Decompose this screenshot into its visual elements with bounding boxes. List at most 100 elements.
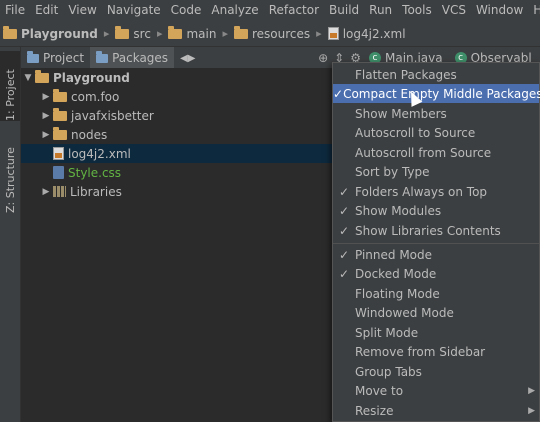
menu-item-label: Autoscroll to Source (355, 125, 476, 140)
menu-code[interactable]: Code (166, 0, 207, 21)
tab-label: Project (43, 51, 85, 65)
menu-edit[interactable]: Edit (30, 0, 63, 21)
breadcrumb-log4j2[interactable]: log4j2.xml (325, 27, 409, 41)
tree-item-style-css[interactable]: Style.css (21, 163, 363, 182)
menu-item-label: Docked Mode (355, 266, 437, 281)
packages-view-icon (96, 50, 109, 63)
gear-context-menu: Flatten Packages ✓ Compact Empty Middle … (332, 62, 540, 422)
tab-packages[interactable]: Packages (90, 47, 175, 69)
menu-run[interactable]: Run (364, 0, 397, 21)
menu-item-label: Windowed Mode (355, 305, 454, 320)
menu-item-label: Sort by Type (355, 164, 430, 179)
menu-item-autoscroll-from-source[interactable]: Autoscroll from Source (333, 143, 539, 162)
breadcrumb-playground[interactable]: Playground (0, 25, 101, 41)
menu-item-windowed-mode[interactable]: Windowed Mode (333, 303, 539, 322)
menu-refactor[interactable]: Refactor (264, 0, 324, 21)
menu-item-docked-mode[interactable]: ✓ Docked Mode (333, 264, 539, 283)
menu-item-label: Split Mode (355, 325, 419, 340)
package-icon (53, 126, 67, 140)
tool-tab-label: Z: Structure (3, 147, 17, 213)
menu-file[interactable]: File (0, 0, 30, 21)
menu-build[interactable]: Build (324, 0, 364, 21)
project-view-icon (27, 50, 39, 63)
menu-item-label: Show Libraries Contents (355, 223, 501, 238)
menu-item-move-to[interactable]: Move to ▶ (333, 381, 539, 400)
tab-label: Packages (112, 51, 169, 65)
locate-icon[interactable]: ⊕ (318, 51, 328, 65)
collapsed-arrow-icon[interactable]: ▶ (39, 111, 53, 121)
check-icon: ✓ (333, 86, 344, 101)
menu-item-show-modules[interactable]: ✓ Show Modules (333, 201, 539, 220)
menu-item-label: Move to (355, 383, 404, 398)
menu-item-pinned-mode[interactable]: ✓ Pinned Mode (333, 245, 539, 264)
tree-item-label: com.foo (71, 89, 120, 104)
chevron-right-icon: ▸ (156, 27, 163, 40)
collapsed-arrow-icon[interactable]: ▶ (39, 130, 53, 140)
breadcrumb-label: Playground (21, 26, 98, 41)
check-icon: ✓ (338, 266, 350, 281)
menu-item-label: Autoscroll from Source (355, 145, 492, 160)
chevron-right-icon: ▸ (222, 27, 228, 40)
breadcrumb: Playground ▸ src ▸ main ▸ resources ▸ lo… (0, 21, 540, 47)
menu-view[interactable]: View (63, 0, 101, 21)
menu-item-label: Compact Empty Middle Packages (343, 86, 540, 101)
check-icon: ✓ (338, 223, 350, 238)
menu-item-split-mode[interactable]: Split Mode (333, 323, 539, 342)
menu-tools[interactable]: Tools (397, 0, 437, 21)
menu-item-label: Flatten Packages (355, 67, 457, 82)
menu-item-resize[interactable]: Resize ▶ (333, 401, 539, 420)
tree-root-playground[interactable]: ▼ Playground (21, 68, 363, 87)
menu-item-sort-by-type[interactable]: Sort by Type (333, 162, 539, 181)
package-icon (53, 107, 67, 121)
submenu-arrow-icon: ▶ (528, 405, 535, 416)
menu-vcs[interactable]: VCS (437, 0, 471, 21)
breadcrumb-label: log4j2.xml (342, 26, 406, 41)
menu-navigate[interactable]: Navigate (102, 0, 166, 21)
menu-item-label: Group Tabs (355, 364, 422, 379)
tree-item-libraries[interactable]: ▶ Libraries (21, 182, 363, 201)
left-tool-strip: 1: Project Z: Structure (0, 47, 21, 422)
menu-item-show-members[interactable]: Show Members (333, 104, 539, 123)
tree-item-com-foo[interactable]: ▶ com.foo (21, 87, 381, 106)
tool-tab-project[interactable]: 1: Project (0, 51, 20, 121)
menu-item-label: Show Members (355, 106, 447, 121)
breadcrumb-label: src (133, 26, 151, 41)
expand-arrow-icon[interactable]: ▼ (21, 73, 35, 83)
tab-project[interactable]: Project (21, 47, 90, 69)
menu-item-label: Pinned Mode (355, 247, 433, 262)
resources-folder-icon (234, 25, 248, 39)
tool-tab-structure[interactable]: Z: Structure (0, 131, 20, 213)
libraries-icon (53, 186, 66, 197)
menu-item-group-tabs[interactable]: Group Tabs (333, 362, 539, 381)
check-icon: ✓ (338, 247, 350, 262)
tree-item-javafxisbetter[interactable]: ▶ javafxisbetter (21, 106, 381, 125)
menu-item-folders-always-on-top[interactable]: ✓ Folders Always on Top (333, 182, 539, 201)
menu-item-compact-empty-middle-packages[interactable]: ✓ Compact Empty Middle Packages (333, 84, 540, 103)
collapsed-arrow-icon[interactable]: ▶ (39, 187, 53, 197)
folder-icon (168, 25, 183, 39)
tree-item-label: log4j2.xml (68, 146, 131, 161)
tree-item-label: Playground (53, 70, 130, 85)
collapsed-arrow-icon[interactable]: ▶ (39, 92, 53, 102)
menu-item-remove-from-sidebar[interactable]: Remove from Sidebar (333, 342, 539, 361)
menu-item-flatten-packages[interactable]: Flatten Packages (333, 65, 539, 84)
menu-item-show-libraries-contents[interactable]: ✓ Show Libraries Contents (333, 221, 539, 240)
project-panel-header: Project Packages ◀▶ ⊕ ⇕ ⚙ (21, 47, 363, 70)
check-icon: ✓ (338, 203, 350, 218)
tree-item-log4j2-xml[interactable]: log4j2.xml (21, 144, 363, 163)
breadcrumb-resources[interactable]: resources (231, 25, 313, 41)
menu-help[interactable]: Help (528, 0, 540, 21)
menu-item-floating-mode[interactable]: Floating Mode (333, 284, 539, 303)
tree-item-nodes[interactable]: ▶ nodes (21, 125, 381, 144)
breadcrumb-src[interactable]: src (112, 25, 154, 41)
tree-item-label: Libraries (70, 184, 122, 199)
tool-tab-label: 1: Project (3, 69, 17, 121)
menu-item-label: Resize (355, 403, 394, 418)
xml-file-icon (327, 27, 339, 40)
menu-window[interactable]: Window (471, 0, 528, 21)
scroll-tabs-arrows-icon[interactable]: ◀▶ (174, 53, 201, 64)
menu-item-autoscroll-to-source[interactable]: Autoscroll to Source (333, 123, 539, 142)
menu-analyze[interactable]: Analyze (206, 0, 263, 21)
package-icon (53, 88, 67, 102)
breadcrumb-main[interactable]: main (165, 25, 219, 41)
